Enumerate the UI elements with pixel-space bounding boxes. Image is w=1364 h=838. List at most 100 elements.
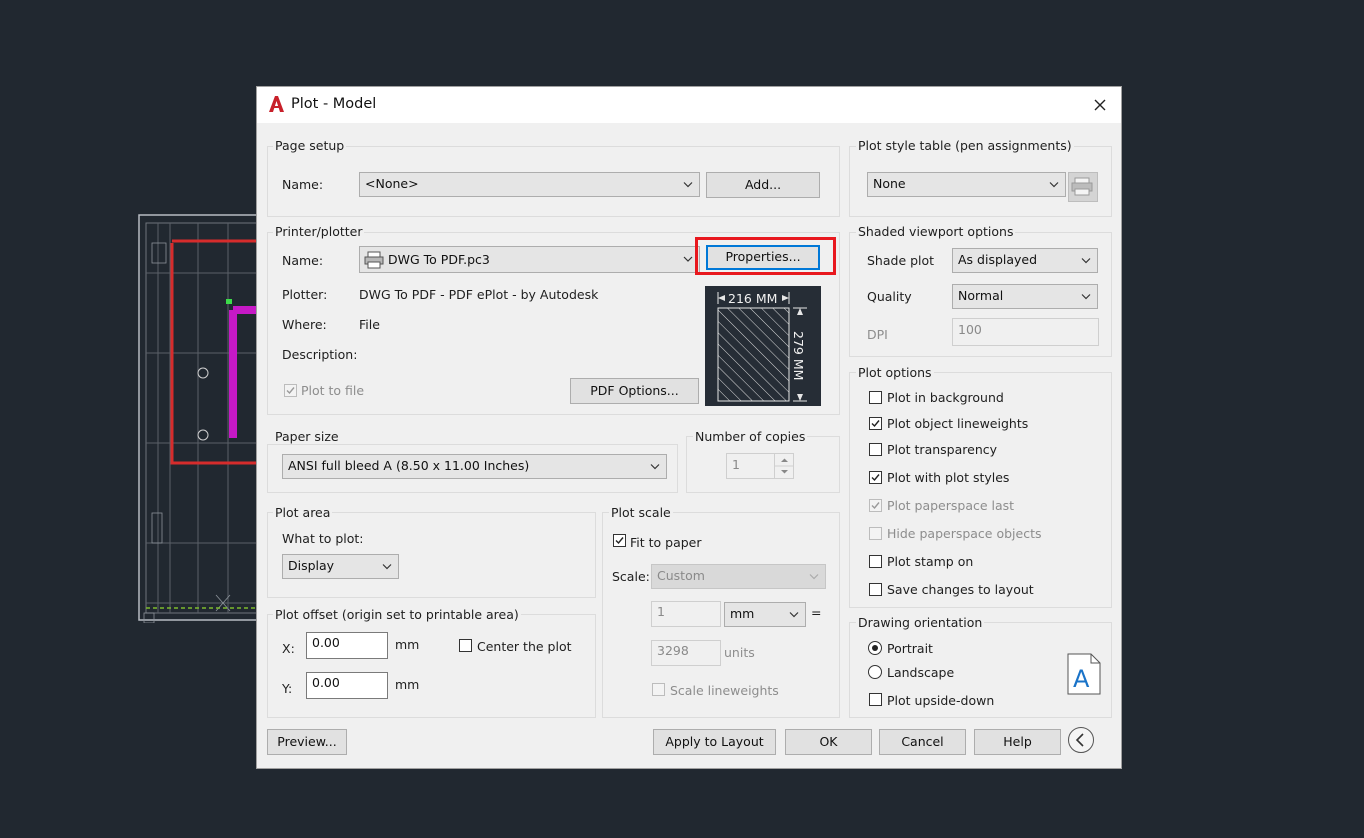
printer-name-select[interactable]: DWG To PDF.pc3 — [359, 246, 700, 273]
printer-title: Printer/plotter — [273, 224, 365, 239]
dpi-input[interactable]: 100 — [952, 318, 1099, 346]
what-to-plot-value: Display — [288, 558, 335, 573]
where-value: File — [359, 317, 380, 332]
offset-y-input[interactable]: 0.00 — [306, 672, 388, 699]
checkmark-icon — [286, 387, 295, 395]
plot-scale-title: Plot scale — [609, 505, 673, 520]
plot-style-edit-button[interactable] — [1068, 172, 1098, 202]
scale-lineweights-label: Scale lineweights — [670, 683, 779, 698]
plot-option-checkbox[interactable] — [869, 499, 882, 512]
offset-x-input[interactable]: 0.00 — [306, 632, 388, 659]
shade-plot-label: Shade plot — [867, 253, 935, 268]
chevron-down-icon — [1081, 258, 1091, 264]
scale-units-label: units — [724, 645, 755, 660]
chevron-down-icon — [789, 612, 799, 618]
close-button[interactable] — [1087, 93, 1113, 117]
paper-size-select[interactable]: ANSI full bleed A (8.50 x 11.00 Inches) — [282, 454, 667, 479]
page-setup-name-select[interactable]: <None> — [359, 172, 700, 197]
autocad-logo-icon — [269, 96, 284, 112]
scale-lineweights-checkbox[interactable] — [652, 683, 665, 696]
preview-button[interactable]: Preview... — [267, 729, 347, 755]
apply-to-layout-button[interactable]: Apply to Layout — [653, 729, 776, 755]
printer-name-value: DWG To PDF.pc3 — [388, 252, 490, 267]
plot-options-title: Plot options — [856, 365, 934, 380]
cancel-button[interactable]: Cancel — [879, 729, 966, 755]
quality-label: Quality — [867, 289, 912, 304]
shade-plot-value: As displayed — [958, 252, 1038, 267]
plot-offset-title: Plot offset (origin set to printable are… — [273, 607, 521, 622]
plot-option-checkbox[interactable] — [869, 471, 882, 484]
scale-value1-input[interactable]: 1 — [651, 601, 721, 627]
description-label: Description: — [282, 347, 358, 362]
ok-button[interactable]: OK — [785, 729, 872, 755]
where-label: Where: — [282, 317, 327, 332]
plot-style-select[interactable]: None — [867, 172, 1066, 197]
properties-button[interactable]: Properties... — [706, 245, 820, 270]
radio-selected-dot — [872, 645, 878, 651]
add-button[interactable]: Add... — [706, 172, 820, 198]
plot-offset-group — [267, 614, 596, 718]
portrait-label: Portrait — [887, 641, 933, 656]
plot-option-label: Hide paperspace objects — [887, 526, 1042, 541]
scale-select[interactable]: Custom — [651, 564, 826, 589]
copies-value: 1 — [732, 457, 740, 472]
plot-option-checkbox[interactable] — [869, 555, 882, 568]
paper-preview: 216 MM 279 MM — [705, 286, 821, 406]
preview-width-label: 216 MM — [728, 291, 778, 306]
dpi-value: 100 — [958, 322, 982, 337]
plot-option-checkbox[interactable] — [869, 417, 882, 430]
svg-text:A: A — [1073, 665, 1090, 693]
offset-x-label: X: — [282, 641, 295, 656]
plot-style-value: None — [873, 176, 906, 191]
chevron-down-icon — [683, 256, 693, 262]
checkmark-icon — [871, 502, 880, 510]
checkmark-icon — [871, 474, 880, 482]
scale-unit-select[interactable]: mm — [724, 602, 806, 627]
fit-to-paper-checkbox[interactable] — [613, 534, 626, 547]
paper-size-value: ANSI full bleed A (8.50 x 11.00 Inches) — [288, 458, 530, 473]
chevron-down-icon — [809, 574, 819, 580]
preview-height-label: 279 MM — [791, 331, 806, 381]
page-setup-title: Page setup — [273, 138, 347, 153]
help-button[interactable]: Help — [974, 729, 1061, 755]
checkmark-icon — [615, 537, 624, 545]
copies-spinner[interactable] — [774, 454, 794, 478]
plot-to-file-label: Plot to file — [301, 383, 365, 398]
offset-y-unit: mm — [395, 677, 420, 692]
plot-option-checkbox[interactable] — [869, 443, 882, 456]
shade-plot-select[interactable]: As displayed — [952, 248, 1098, 273]
plot-dialog: Plot - Model Page setup Name: <None> Add… — [256, 86, 1122, 769]
collapse-options-button[interactable] — [1068, 727, 1094, 753]
center-plot-label: Center the plot — [477, 639, 572, 654]
what-to-plot-select[interactable]: Display — [282, 554, 399, 579]
plot-option-checkbox[interactable] — [869, 391, 882, 404]
scale-value2-input[interactable]: 3298 — [651, 640, 721, 666]
title-bar: Plot - Model — [257, 87, 1121, 123]
plotter-value: DWG To PDF - PDF ePlot - by Autodesk — [359, 287, 599, 302]
landscape-radio[interactable] — [868, 665, 882, 679]
portrait-radio[interactable] — [868, 641, 882, 655]
plot-option-label: Plot paperspace last — [887, 498, 1015, 513]
center-plot-checkbox[interactable] — [459, 639, 472, 652]
quality-value: Normal — [958, 288, 1004, 303]
plot-options-group — [849, 372, 1112, 608]
offset-x-unit: mm — [395, 637, 420, 652]
chevron-down-icon — [1081, 294, 1091, 300]
scale-unit-value: mm — [730, 606, 755, 621]
upside-down-label: Plot upside-down — [887, 693, 995, 708]
plot-to-file-checkbox[interactable] — [284, 384, 297, 397]
paper-size-title: Paper size — [273, 429, 341, 444]
pdf-options-button[interactable]: PDF Options... — [570, 378, 699, 404]
checkmark-icon — [871, 420, 880, 428]
plot-option-checkbox[interactable] — [869, 583, 882, 596]
quality-select[interactable]: Normal — [952, 284, 1098, 309]
fit-to-paper-label: Fit to paper — [630, 535, 702, 550]
scale-label: Scale: — [612, 569, 650, 584]
what-to-plot-label: What to plot: — [282, 531, 364, 546]
plot-option-checkbox[interactable] — [869, 527, 882, 540]
background-drawing — [138, 214, 258, 623]
plot-option-label: Save changes to layout — [887, 582, 1034, 597]
window-title: Plot - Model — [291, 96, 377, 112]
upside-down-checkbox[interactable] — [869, 693, 882, 706]
offset-y-label: Y: — [282, 681, 293, 696]
